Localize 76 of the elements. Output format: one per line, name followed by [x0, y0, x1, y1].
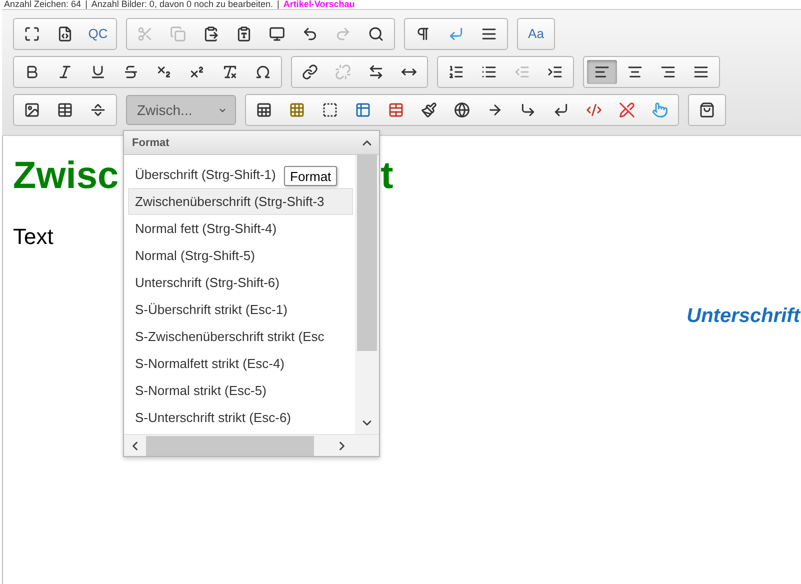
scrollbar-thumb[interactable]	[146, 436, 314, 456]
paste-icon	[203, 26, 219, 42]
paragraph-text: Text	[13, 223, 54, 251]
pointer-icon	[652, 102, 668, 118]
redo-icon	[335, 26, 351, 42]
bullet-list-icon	[481, 64, 497, 80]
menu-item[interactable]: Normal (Strg-Shift-5)	[128, 242, 262, 269]
menu-item[interactable]: S-Überschrift strikt (Esc-1)	[128, 296, 294, 323]
superscript-icon	[189, 64, 205, 80]
copy-icon	[170, 26, 186, 42]
table-merge-icon	[388, 102, 404, 118]
horizontal-scrollbar[interactable]	[124, 434, 379, 456]
status-text: Anzahl Bilder: 0, davon 0 noch zu bearbeiten.	[91, 0, 274, 9]
table-icon	[57, 102, 73, 118]
arrow-right-icon	[487, 102, 503, 118]
omega-icon	[255, 64, 271, 80]
indent-icon	[547, 64, 563, 80]
menu-item[interactable]: Zwischenüberschrift (Strg-Shift-3	[128, 188, 353, 215]
align-left-button[interactable]	[587, 60, 617, 84]
separator: |	[277, 0, 280, 9]
format-dropdown[interactable]: Zwisch...	[126, 95, 236, 125]
clear-format-icon	[222, 64, 238, 80]
menu-item[interactable]: S-Zwischenüberschrift strikt (Esc	[128, 323, 332, 350]
menu-item[interactable]: Überschrift (Strg-Shift-1)	[128, 161, 283, 188]
search-icon	[368, 26, 384, 42]
toolbar-button[interactable]: QC	[83, 22, 113, 46]
globe-icon	[454, 102, 470, 118]
unlink-icon	[335, 64, 351, 80]
underline-icon	[90, 64, 106, 80]
separator: |	[85, 0, 88, 9]
tooltip: Format	[284, 166, 338, 186]
table-text-icon	[355, 102, 371, 118]
brush-icon	[421, 102, 437, 118]
strikethrough-icon	[123, 64, 139, 80]
scrollbar-thumb[interactable]	[357, 155, 377, 351]
menu-title: Format	[131, 136, 170, 151]
align-left-icon	[594, 64, 610, 80]
heading-text: Zwisc	[13, 157, 119, 195]
link-icon	[302, 64, 318, 80]
status-text: Anzahl Zeichen: 64	[4, 0, 82, 9]
numbered-list-icon	[448, 64, 464, 80]
align-justify-icon	[693, 64, 709, 80]
italic-icon	[57, 64, 73, 80]
pilcrow-icon	[415, 26, 431, 42]
code-icon	[586, 102, 602, 118]
text-lines-icon	[481, 26, 497, 42]
menu-item[interactable]: S-Unterschrift strikt (Esc-6)	[128, 404, 298, 431]
pen-off-icon	[619, 102, 635, 118]
monitor-icon	[269, 26, 285, 42]
menu-item[interactable]: Normal fett (Strg-Shift-4)	[128, 215, 284, 242]
dashed-box-icon	[322, 102, 338, 118]
caption-text: Unterschrift	[686, 304, 801, 329]
double-arrow-icon	[368, 64, 384, 80]
outdent-icon	[514, 64, 530, 80]
menu-item[interactable]: S-Normalfett strikt (Esc-4)	[128, 350, 292, 377]
grid-icon	[289, 102, 305, 118]
horizontal-rule-icon	[90, 102, 106, 118]
toolbar-button[interactable]: Aa	[521, 22, 551, 46]
heading-text: t	[380, 157, 394, 195]
vertical-scrollbar[interactable]	[355, 155, 379, 434]
align-right-icon	[660, 64, 676, 80]
menu-item[interactable]: S-Normal strikt (Esc-5)	[128, 377, 274, 404]
corner-arrow-icon	[520, 102, 536, 118]
paste-text-icon	[236, 26, 252, 42]
enter-arrow-icon	[448, 26, 464, 42]
source-file-icon	[57, 26, 73, 42]
cut-icon	[137, 26, 153, 42]
subscript-icon	[156, 64, 172, 80]
bag-icon	[699, 102, 715, 118]
return-arrow-icon	[553, 102, 569, 118]
fullscreen-icon	[24, 26, 40, 42]
undo-icon	[302, 26, 318, 42]
image-icon	[24, 102, 40, 118]
menu-item[interactable]: Unterschrift (Strg-Shift-6)	[128, 269, 286, 296]
align-center-icon	[627, 64, 643, 80]
table-help-icon	[256, 102, 272, 118]
